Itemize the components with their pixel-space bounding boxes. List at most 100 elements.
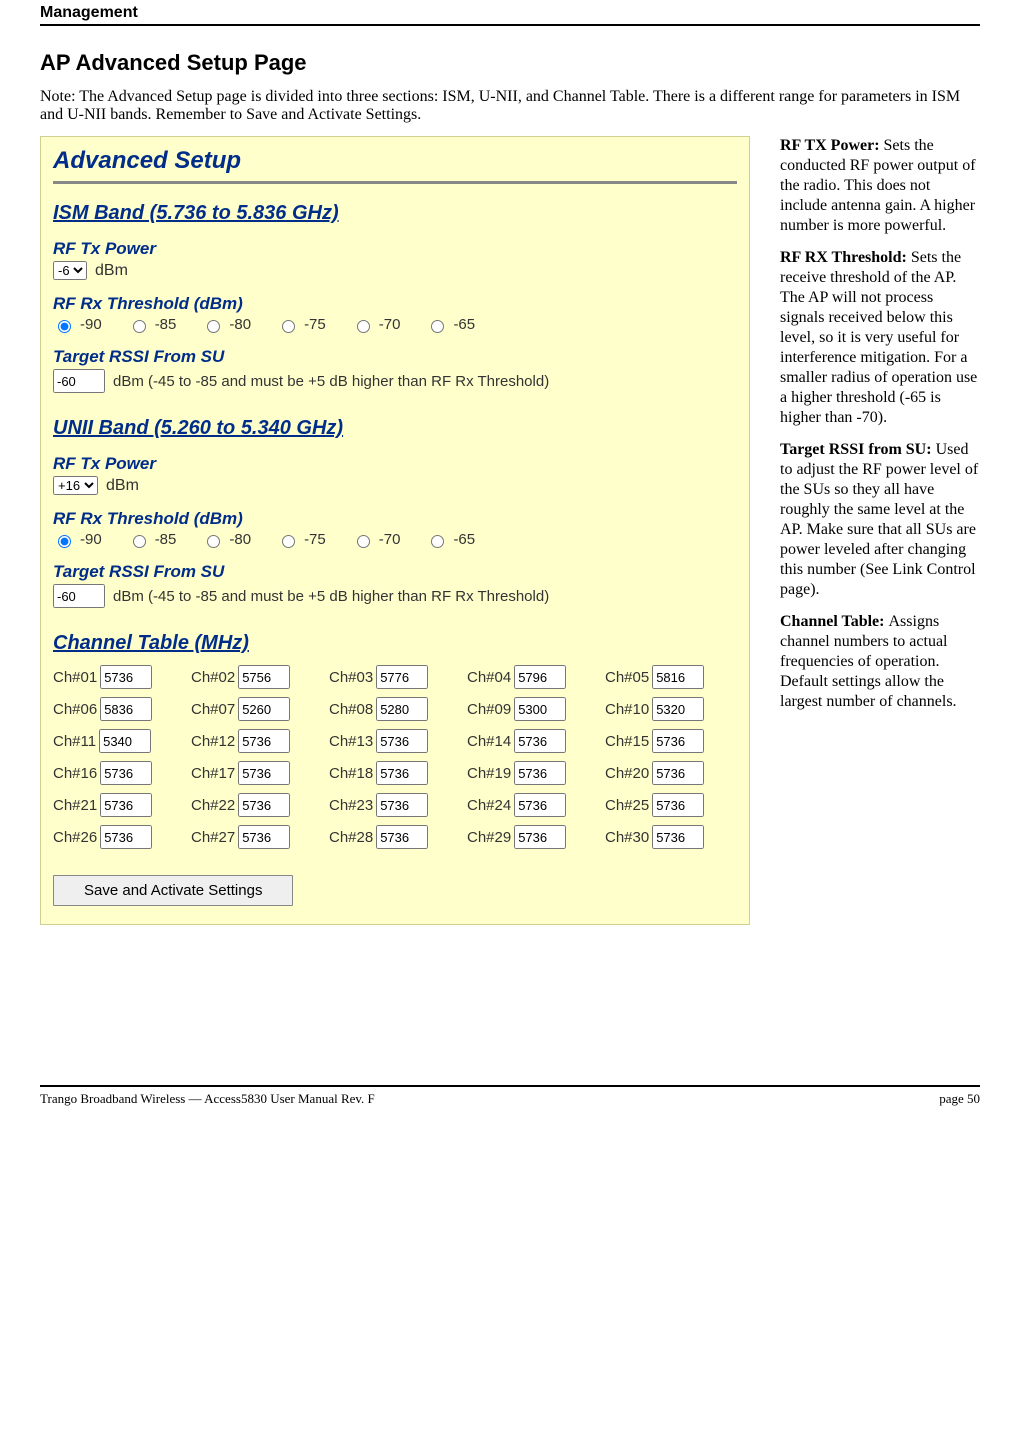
channel-input[interactable] [514,761,566,785]
channel-input[interactable] [238,761,290,785]
channel-cell: Ch#15 [605,729,717,753]
rx-threshold-option[interactable]: -75 [277,316,326,333]
channel-input[interactable] [238,825,290,849]
footer-left: Trango Broadband Wireless — Access5830 U… [40,1091,375,1107]
channel-label: Ch#27 [191,829,235,846]
channel-input[interactable] [100,665,152,689]
page-header: Management [40,4,980,26]
rx-threshold-radio[interactable] [58,320,71,333]
rx-threshold-option[interactable]: -70 [352,531,401,548]
channel-cell: Ch#04 [467,665,579,689]
channel-input[interactable] [652,761,704,785]
ism-tx-power-select[interactable]: -6 [53,261,87,280]
rx-threshold-radio[interactable] [431,320,444,333]
channel-input[interactable] [238,697,290,721]
rx-threshold-value: -80 [229,531,251,548]
channel-label: Ch#06 [53,701,97,718]
channel-input[interactable] [376,761,428,785]
channel-label: Ch#30 [605,829,649,846]
channel-cell: Ch#07 [191,697,303,721]
channel-label: Ch#13 [329,733,373,750]
channel-label: Ch#22 [191,797,235,814]
channel-cell: Ch#05 [605,665,717,689]
channel-label: Ch#19 [467,765,511,782]
rx-threshold-radio[interactable] [357,535,370,548]
rx-threshold-option[interactable]: -80 [202,531,251,548]
channel-input[interactable] [99,729,151,753]
channel-input[interactable] [652,697,704,721]
rx-threshold-option[interactable]: -70 [352,316,401,333]
rx-threshold-radio[interactable] [357,320,370,333]
rx-threshold-value: -65 [453,316,475,333]
channel-input[interactable] [100,697,152,721]
channel-input[interactable] [514,793,566,817]
channel-label: Ch#18 [329,765,373,782]
channel-label: Ch#14 [467,733,511,750]
channel-input[interactable] [514,665,566,689]
channel-input[interactable] [652,665,704,689]
unii-rssi-input[interactable] [53,584,105,608]
channel-input[interactable] [652,793,704,817]
channel-input[interactable] [652,729,704,753]
footer-right: page 50 [939,1091,980,1107]
rx-threshold-value: -90 [80,316,102,333]
channel-cell: Ch#29 [467,825,579,849]
channel-input[interactable] [376,825,428,849]
rx-threshold-option[interactable]: -75 [277,531,326,548]
channel-input[interactable] [238,793,290,817]
rx-threshold-option[interactable]: -85 [128,316,177,333]
rx-threshold-radio[interactable] [282,535,295,548]
rf-rx-threshold-desc: Sets the receive threshold of the AP. Th… [780,249,977,426]
channel-input[interactable] [514,729,566,753]
rx-threshold-radio[interactable] [207,320,220,333]
channel-label: Ch#12 [191,733,235,750]
channel-cell: Ch#19 [467,761,579,785]
ism-rx-threshold-group: -90 -85 -80 -75 -70 -65 [53,316,737,333]
channel-label: Ch#21 [53,797,97,814]
rx-threshold-radio[interactable] [58,535,71,548]
save-activate-button[interactable]: Save and Activate Settings [53,875,293,906]
channel-label: Ch#15 [605,733,649,750]
channel-label: Ch#02 [191,669,235,686]
channel-table-title: Channel Table (MHz) [53,632,737,655]
channel-cell: Ch#26 [53,825,165,849]
channel-input[interactable] [376,729,428,753]
channel-cell: Ch#08 [329,697,441,721]
ism-rssi-label: Target RSSI From SU [53,347,737,367]
rx-threshold-radio[interactable] [133,535,146,548]
unii-tx-power-select[interactable]: +16 [53,476,98,495]
channel-input[interactable] [100,761,152,785]
channel-input[interactable] [238,729,290,753]
rx-threshold-option[interactable]: -80 [202,316,251,333]
rx-threshold-option[interactable]: -90 [53,531,102,548]
ism-rssi-input[interactable] [53,369,105,393]
rx-threshold-radio[interactable] [207,535,220,548]
channel-input[interactable] [238,665,290,689]
channel-label: Ch#10 [605,701,649,718]
unii-rx-label: RF Rx Threshold (dBm) [53,509,737,529]
channel-input[interactable] [514,697,566,721]
rx-threshold-radio[interactable] [282,320,295,333]
channel-input[interactable] [100,825,152,849]
channel-cell: Ch#10 [605,697,717,721]
rx-threshold-radio[interactable] [431,535,444,548]
page-title: AP Advanced Setup Page [40,50,980,76]
rx-threshold-option[interactable]: -90 [53,316,102,333]
channel-label: Ch#25 [605,797,649,814]
channel-input[interactable] [100,793,152,817]
channel-table: Ch#01Ch#02Ch#03Ch#04Ch#05Ch#06Ch#07Ch#08… [53,665,737,849]
rx-threshold-value: -80 [229,316,251,333]
rx-threshold-option[interactable]: -65 [426,531,475,548]
rx-threshold-option[interactable]: -65 [426,316,475,333]
channel-cell: Ch#20 [605,761,717,785]
rx-threshold-option[interactable]: -85 [128,531,177,548]
channel-input[interactable] [376,665,428,689]
channel-input[interactable] [514,825,566,849]
channel-input[interactable] [652,825,704,849]
channel-input[interactable] [376,697,428,721]
channel-cell: Ch#24 [467,793,579,817]
rx-threshold-radio[interactable] [133,320,146,333]
rf-tx-power-term: RF TX Power: [780,137,884,154]
channel-input[interactable] [376,793,428,817]
channel-label: Ch#11 [53,733,96,750]
